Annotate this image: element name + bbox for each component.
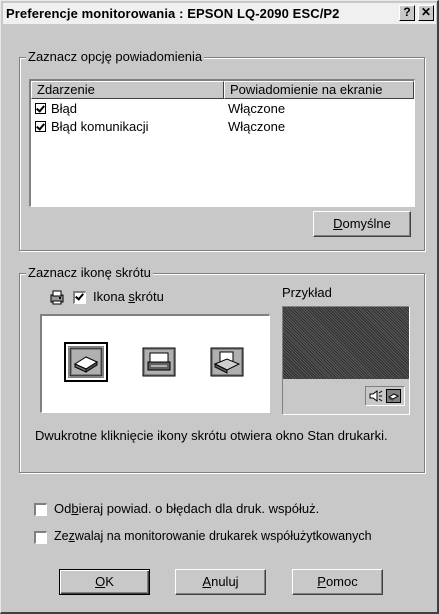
option1-prefix: Od — [54, 501, 72, 516]
help-title-button[interactable]: ? — [399, 5, 415, 21]
preview-desktop — [283, 307, 409, 379]
allow-shared-monitoring-label[interactable]: Zezwalaj na monitorowanie drukarek współ… — [54, 529, 372, 543]
option1-rest: ieraj powiad. o błędach dla druk. współu… — [78, 501, 320, 516]
notify-shared-errors-label[interactable]: Odbieraj powiad. o błędach dla druk. wsp… — [54, 501, 319, 516]
speaker-icon — [369, 390, 383, 402]
window-title: Preferencje monitorowania : EPSON LQ-209… — [6, 6, 340, 21]
option2-rest: walaj na monitorowanie drukarek współuży… — [74, 529, 372, 543]
close-title-button[interactable]: ✕ — [418, 5, 434, 21]
event-cell: Błąd — [35, 101, 77, 116]
event-label: Błąd komunikacji — [51, 119, 149, 134]
notify-shared-errors-checkbox[interactable] — [34, 503, 47, 516]
printer-paper-icon — [210, 347, 244, 377]
help-label: omoc — [325, 574, 358, 589]
example-preview — [282, 306, 410, 415]
example-label: Przykład — [282, 285, 332, 300]
list-item[interactable]: Błąd komunikacji Włączone — [31, 118, 414, 136]
notification-group-legend: Zaznacz opcję powiadomienia — [26, 49, 205, 64]
allow-shared-monitoring-checkbox[interactable] — [34, 531, 47, 544]
preview-taskbar — [283, 379, 409, 414]
help-button[interactable]: Pomoc — [292, 569, 383, 595]
shortcut-group-legend: Zaznacz ikonę skrótu — [26, 265, 153, 280]
monitoring-preferences-dialog: Preferencje monitorowania : EPSON LQ-209… — [0, 0, 439, 614]
option1-accel: b — [71, 501, 79, 516]
cancel-label: nuluj — [211, 574, 239, 589]
printer-icon — [69, 347, 103, 377]
event-cell: Błąd komunikacji — [35, 119, 149, 134]
cancel-accel: A — [202, 574, 212, 589]
title-bar[interactable]: Preferencje monitorowania : EPSON LQ-209… — [3, 3, 436, 24]
icon-option-1[interactable] — [64, 342, 108, 382]
shortcut-label-rest: krótu — [134, 289, 164, 304]
defaults-button[interactable]: Domyślne — [313, 211, 411, 237]
event-label: Błąd — [51, 101, 78, 116]
shortcut-icon-checkbox[interactable] — [73, 291, 86, 304]
printer-monitor-icon — [142, 347, 176, 377]
cancel-button[interactable]: Anuluj — [175, 569, 266, 595]
preview-tray-area — [365, 386, 405, 406]
row-checkbox[interactable] — [35, 103, 46, 114]
notification-cell: Włączone — [228, 101, 286, 116]
notification-list[interactable]: Zdarzenie Powiadomienie na ekranie Błąd … — [29, 79, 415, 207]
column-header-notification[interactable]: Powiadomienie na ekranie — [224, 81, 414, 99]
icon-selection-pane[interactable] — [40, 314, 270, 413]
ok-button[interactable]: OK — [59, 569, 150, 595]
column-header-event[interactable]: Zdarzenie — [31, 81, 224, 99]
shortcut-label-prefix: Ikona — [93, 289, 129, 304]
row-checkbox[interactable] — [35, 121, 46, 132]
list-item[interactable]: Błąd Włączone — [31, 100, 414, 118]
icon-option-2[interactable] — [137, 342, 181, 382]
close-icon: ✕ — [420, 5, 432, 19]
status-monitor-icon — [50, 290, 64, 305]
icon-option-3[interactable] — [205, 342, 249, 382]
help-icon: ? — [403, 5, 411, 19]
notification-cell: Włączone — [228, 119, 286, 134]
tray-printer-icon — [386, 389, 401, 403]
help-accel: P — [317, 574, 326, 589]
ok-accel: O — [95, 574, 106, 589]
defaults-label: omyślne — [342, 216, 391, 231]
shortcut-description: Dwukrotne kliknięcie ikony skrótu otwier… — [35, 428, 388, 443]
option2-prefix: Ze — [54, 529, 69, 543]
ok-label: K — [105, 574, 114, 589]
shortcut-icon-checkbox-label[interactable]: Ikona skrótu — [93, 289, 164, 304]
